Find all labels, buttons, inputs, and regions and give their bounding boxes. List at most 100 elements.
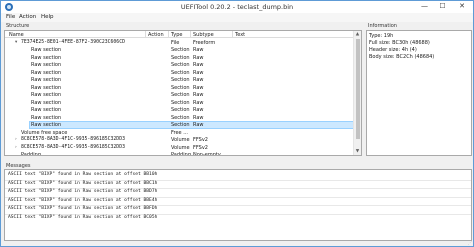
maximize-button[interactable]: ☐ [434,1,451,12]
tree-cell-type: Free ... [171,129,188,136]
tree-cell-name: Raw section [31,77,62,83]
column-header-text[interactable]: Text [235,32,245,38]
collapse-arrow-icon[interactable]: ▾ [15,40,17,45]
tree-cell-name: Raw section [31,99,62,106]
tree-cell-type: Section [171,92,190,98]
tree-cell-name: Raw section [31,107,62,113]
tree-row[interactable]: › 8C8CE578-8A3D-4F1C-9935-896185C32DD3 Vol… [5,144,354,152]
column-divider[interactable] [145,31,146,38]
tree-cell-type: Section [171,122,190,128]
tree-cell-type: Padding [171,152,191,156]
menu-file[interactable]: File [6,14,15,20]
message-item[interactable]: ASCII text "BIXP" found in Raw section a… [8,181,157,186]
vertical-scrollbar[interactable]: ▲ ▼ [353,31,361,155]
tree-cell-type: File [171,39,180,46]
tree-cell-subtype: Raw [193,92,204,98]
info-type: Type: 19h [369,33,394,39]
selection-highlight [29,121,355,129]
tree-cell-subtype: FFSv2 [193,137,208,143]
tree-cell-name: 7E374E25-8E01-4FEE-87F2-390C23C606CD [21,39,125,45]
title-bar[interactable]: UEFITool 0.20.2 - teclast_dump.bin — ☐ ✕ [1,1,473,13]
tree-cell-name: Raw section [31,54,62,61]
tree-row[interactable]: Raw section Section Raw [5,99,354,107]
menu-action[interactable]: Action [19,14,36,20]
information-panel: Type: 19h Full size: BC30h (48688) Heade… [366,30,472,156]
tree-row[interactable]: Padding Padding Non-empty [5,151,354,156]
tree-row[interactable]: Raw section Section Raw [5,76,354,84]
tree-cell-type: Section [171,114,190,121]
app-window: UEFITool 0.20.2 - teclast_dump.bin — ☐ ✕… [0,0,474,247]
tree-cell-type: Volume [171,137,190,143]
message-item[interactable]: ASCII text "BIXP" found in Raw section a… [8,198,157,203]
tree-row[interactable]: ▾ 7E374E25-8E01-4FEE-87F2-390C23C606CD Fil… [5,39,354,47]
tree-cell-name: Raw section [31,69,62,76]
tree-cell-type: Section [171,84,190,91]
resize-grip-icon[interactable]: ⋰ [466,240,472,245]
tree-cell-subtype: Raw [193,62,204,68]
tree-row[interactable]: Raw section Section Raw [5,54,354,62]
tree-cell-name: Padding [21,152,41,156]
tree-cell-subtype: Raw [193,54,204,61]
tree-row[interactable]: Raw section Section Raw [5,46,354,54]
tree-cell-type: Section [171,107,190,113]
tree-cell-subtype: Raw [193,77,204,83]
tree-cell-type: Section [171,47,190,53]
tree-row[interactable]: Raw section Section Raw [5,61,354,69]
tree-cell-type: Section [171,77,190,83]
tree-cell-subtype: Raw [193,114,204,121]
expand-arrow-icon[interactable]: › [15,137,17,142]
column-divider[interactable] [190,31,191,38]
close-button[interactable]: ✕ [451,1,473,12]
message-item[interactable]: ASCII text "BIXP" found in Raw section a… [8,189,157,194]
tree-cell-subtype: Raw [193,47,204,53]
minimize-button[interactable]: — [416,1,433,12]
tree-cell-type: Volume [171,144,190,151]
tree-row[interactable]: Raw section Section Raw [5,106,354,114]
column-header-action[interactable]: Action [148,32,164,38]
column-divider[interactable] [168,31,169,38]
tree-row[interactable]: Raw section Section Raw [5,121,355,129]
column-divider[interactable] [232,31,233,38]
tree-cell-name: 8C8CE578-8A3D-4F1C-9935-896185C32DD3 [21,144,125,150]
tree-cell-subtype: Freeform [193,39,216,46]
info-header-size: Header size: 4h (4) [369,47,417,53]
information-label: Information [368,23,397,29]
info-full-size: Full size: BC30h (48688) [369,40,430,46]
column-header-name[interactable]: Name [9,32,24,38]
scroll-up-arrow-icon[interactable]: ▲ [354,31,361,38]
message-item[interactable]: ASCII text "BIXP" found in Raw section a… [8,215,157,220]
tree-cell-name: Raw section [31,47,62,53]
tree-row[interactable]: Raw section Section Raw [5,91,354,99]
tree-cell-name: Raw section [31,114,62,121]
window-title: UEFITool 0.20.2 - teclast_dump.bin [180,3,294,11]
tree-cell-type: Section [171,54,190,61]
tree-cell-subtype: Non-empty [193,152,221,156]
tree-cell-subtype: Raw [193,84,204,91]
tree-row[interactable]: Raw section Section Raw [5,84,354,92]
structure-tree[interactable]: Name Action Type Subtype Text ▾ 7E374E25-… [4,30,362,156]
column-header-type[interactable]: Type [171,32,182,38]
tree-cell-name: Raw section [31,122,62,128]
tree-cell-subtype: Raw [193,99,204,106]
tree-row[interactable]: Raw section Section Raw [5,114,354,122]
tree-cell-subtype: Raw [193,107,204,113]
tree-cell-name: Volume free space [21,129,68,136]
menu-help[interactable]: Help [41,14,54,20]
message-item[interactable]: ASCII text "BIXP" found in Raw section a… [8,172,157,177]
expand-arrow-icon[interactable]: › [15,145,17,150]
menu-bar: File Action Help [1,13,473,22]
scroll-down-arrow-icon[interactable]: ▼ [354,148,361,155]
tree-header: Name Action Type Subtype Text [5,31,354,38]
tree-cell-type: Section [171,62,190,68]
messages-list[interactable]: ASCII text "BIXP" found in Raw section a… [4,169,472,241]
tree-cell-subtype: Raw [193,122,204,128]
tree-cell-subtype: FFSv2 [193,144,208,151]
tree-cell-type: Section [171,99,190,106]
message-item[interactable]: ASCII text "BIXP" found in Raw section a… [8,206,157,211]
tree-cell-type: Section [171,69,190,76]
scroll-thumb[interactable] [355,39,360,139]
tree-row[interactable]: › 8C8CE578-8A3D-4F1C-9935-896185C32DD3 Vol… [5,136,354,144]
tree-row[interactable]: Volume free space Free ... [5,129,354,137]
column-header-subtype[interactable]: Subtype [193,32,214,38]
tree-row[interactable]: Raw section Section Raw [5,69,354,77]
